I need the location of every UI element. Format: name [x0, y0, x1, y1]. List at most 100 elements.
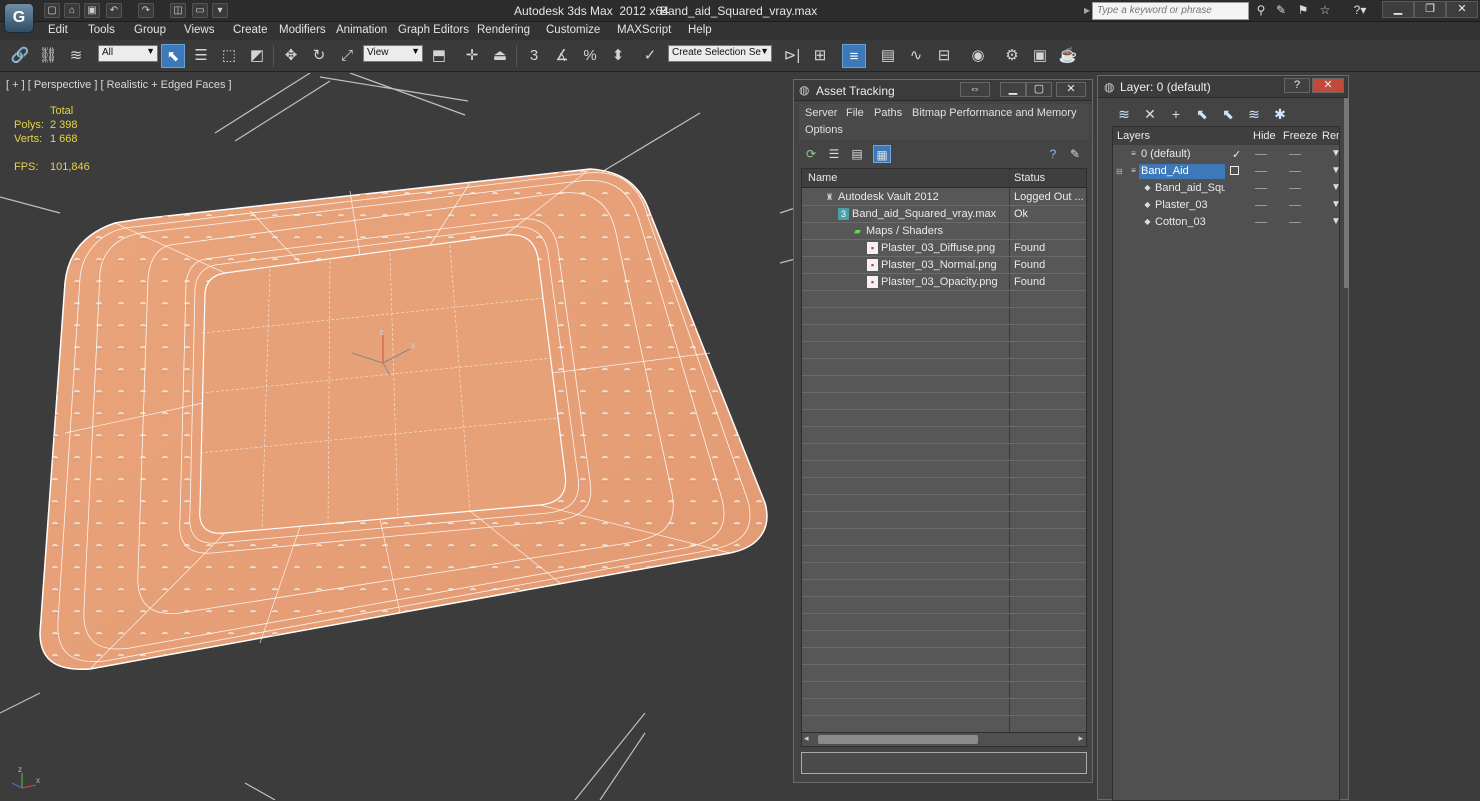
- angle-snap-icon[interactable]: ∡: [550, 44, 574, 68]
- table-row[interactable]: ▪ Plaster_03_Diffuse.png Found: [802, 240, 1086, 257]
- asset-close-button[interactable]: ✕: [1056, 82, 1086, 97]
- menu-group[interactable]: Group: [134, 24, 166, 36]
- freeze-toggle[interactable]: [1289, 188, 1301, 189]
- menu-help[interactable]: Help: [688, 24, 712, 36]
- render-teapot-icon[interactable]: ▼: [1331, 165, 1339, 176]
- menu-animation[interactable]: Animation: [336, 24, 387, 36]
- column-header-hide[interactable]: Hide: [1253, 130, 1276, 142]
- asset-horizontal-scrollbar[interactable]: ◂ ▸: [801, 732, 1087, 747]
- menu-rendering[interactable]: Rendering: [477, 24, 530, 36]
- freeze-toggle[interactable]: [1289, 205, 1301, 206]
- pivot-point-center-icon[interactable]: ⬒: [427, 44, 451, 68]
- render-production-icon[interactable]: ☕: [1056, 44, 1080, 68]
- bind-space-warp-icon[interactable]: ≋: [64, 44, 88, 68]
- project-folder-icon[interactable]: ◫: [170, 3, 186, 18]
- render-teapot-icon[interactable]: ▼: [1331, 216, 1339, 227]
- column-header-layers[interactable]: Layers: [1117, 130, 1150, 142]
- minimize-button[interactable]: ▁: [1382, 1, 1414, 18]
- window-crossing-icon[interactable]: ◩: [245, 44, 269, 68]
- percent-snap-icon[interactable]: %: [578, 44, 602, 68]
- layer-close-button[interactable]: ✕: [1312, 78, 1344, 93]
- asset-menu-file[interactable]: File: [846, 107, 864, 119]
- collapse-icon[interactable]: ⊟: [1116, 167, 1123, 176]
- create-new-layer-icon[interactable]: ≋: [1114, 104, 1134, 124]
- select-and-scale-icon[interactable]: ⤢: [335, 44, 359, 68]
- reference-coordinate-dropdown[interactable]: View ▼: [363, 45, 423, 62]
- layer-row[interactable]: ⊟ ≡ Band_Aid ▼: [1113, 163, 1339, 180]
- help-dropdown-icon[interactable]: ?▾: [1346, 2, 1374, 19]
- layer-row[interactable]: ◆ Plaster_03 ▼: [1113, 197, 1339, 214]
- table-row[interactable]: ▪ Plaster_03_Opacity.png Found: [802, 274, 1086, 291]
- render-teapot-icon[interactable]: ▼: [1331, 182, 1339, 193]
- refresh-icon[interactable]: ⟳: [802, 145, 820, 163]
- thumbnail-view-icon[interactable]: ▤: [848, 145, 866, 163]
- close-button[interactable]: ✕: [1446, 1, 1478, 18]
- render-teapot-icon[interactable]: ▼: [1331, 148, 1339, 159]
- active-layer-check-icon[interactable]: ✓: [1232, 148, 1241, 161]
- layer-manager-titlebar[interactable]: ◍ Layer: 0 (default) ? ✕: [1098, 76, 1348, 98]
- freeze-toggle[interactable]: [1289, 171, 1301, 172]
- snaps-toggle-icon[interactable]: 3: [522, 44, 546, 68]
- freeze-toggle[interactable]: [1289, 222, 1301, 223]
- layer-row[interactable]: ≡ 0 (default) ✓ ▼: [1113, 146, 1339, 163]
- table-row[interactable]: ♜ Autodesk Vault 2012 Logged Out ...: [802, 189, 1086, 206]
- select-and-move-icon[interactable]: ✥: [279, 44, 303, 68]
- binoculars-icon[interactable]: ⚲: [1252, 2, 1270, 19]
- asset-tracking-titlebar[interactable]: ◍ Asset Tracking ⇔ ▁ ▢ ✕: [794, 80, 1092, 101]
- asset-minimize-button[interactable]: ▁: [1000, 82, 1026, 97]
- delete-layer-icon[interactable]: ✕: [1140, 104, 1160, 124]
- align-icon[interactable]: ⊞: [808, 44, 832, 68]
- table-view-icon[interactable]: ▦: [873, 145, 891, 163]
- asset-menu-server[interactable]: Server: [805, 107, 837, 119]
- restore-button[interactable]: ❐: [1414, 1, 1446, 18]
- schematic-view-icon[interactable]: ⊟: [932, 44, 956, 68]
- scroll-left-icon[interactable]: ◂: [804, 733, 809, 744]
- subscription-icon[interactable]: ✎: [1272, 2, 1290, 19]
- layer-vertical-scrollbar[interactable]: [1344, 98, 1349, 288]
- save-icon[interactable]: ▣: [84, 3, 100, 18]
- list-view-icon[interactable]: ☰: [825, 145, 843, 163]
- curve-editor-icon[interactable]: ∿: [904, 44, 928, 68]
- menu-create[interactable]: Create: [233, 24, 268, 36]
- undo-icon[interactable]: ↶: [106, 3, 122, 18]
- menu-graph-editors[interactable]: Graph Editors: [398, 24, 469, 36]
- named-selection-sets-dropdown[interactable]: Create Selection Se ▼: [668, 45, 772, 62]
- redo-icon[interactable]: ↷: [138, 3, 154, 18]
- spinner-snap-icon[interactable]: ⬍: [606, 44, 630, 68]
- mirror-icon[interactable]: ⊳|: [780, 44, 804, 68]
- customize-quick-access-icon[interactable]: ▾: [212, 3, 228, 18]
- column-header-name[interactable]: Name: [808, 172, 837, 184]
- asset-menu-bitmap-performance[interactable]: Bitmap Performance and Memory: [912, 107, 1076, 119]
- hide-toggle[interactable]: [1255, 222, 1267, 223]
- asset-maximize-button[interactable]: ▢: [1026, 82, 1052, 97]
- select-object-icon[interactable]: ⬉: [161, 44, 185, 68]
- column-header-status[interactable]: Status: [1014, 172, 1045, 184]
- select-objects-in-layer-icon[interactable]: ⬉: [1192, 104, 1212, 124]
- column-header-freeze[interactable]: Freeze: [1283, 130, 1317, 142]
- rendered-frame-window-icon[interactable]: ▣: [1028, 44, 1052, 68]
- scroll-right-icon[interactable]: ▸: [1078, 733, 1083, 744]
- menu-tools[interactable]: Tools: [88, 24, 115, 36]
- app-menu-button[interactable]: G: [4, 3, 34, 33]
- hide-toggle[interactable]: [1255, 171, 1267, 172]
- layer-row[interactable]: ◆ Band_aid_Squared ▼: [1113, 180, 1339, 197]
- communication-center-icon[interactable]: ⚑: [1294, 2, 1312, 19]
- viewport-label-menu[interactable]: [ + ] [ Perspective ] [ Realistic + Edge…: [6, 79, 232, 91]
- table-row[interactable]: ▰ Maps / Shaders: [802, 223, 1086, 240]
- highlight-selected-layer-icon[interactable]: ⬉: [1218, 104, 1238, 124]
- render-setup-icon[interactable]: ⚙: [1000, 44, 1024, 68]
- select-by-name-icon[interactable]: ☰: [189, 44, 213, 68]
- freeze-unfreeze-all-icon[interactable]: ✱: [1270, 104, 1290, 124]
- table-row[interactable]: 3 Band_aid_Squared_vray.max Ok: [802, 206, 1086, 223]
- hide-toggle[interactable]: [1255, 154, 1267, 155]
- keyboard-shortcut-override-icon[interactable]: ⏏: [488, 44, 512, 68]
- active-layer-checkbox[interactable]: [1230, 166, 1239, 175]
- graphite-ribbon-icon[interactable]: ▤: [876, 44, 900, 68]
- column-header-render[interactable]: Ren: [1322, 130, 1339, 142]
- edit-named-selection-icon[interactable]: ✓: [638, 44, 662, 68]
- hide-toggle[interactable]: [1255, 188, 1267, 189]
- asset-menu-paths[interactable]: Paths: [874, 107, 902, 119]
- select-and-link-icon[interactable]: 🔗: [8, 44, 32, 68]
- select-and-rotate-icon[interactable]: ↻: [307, 44, 331, 68]
- highlight-editor-icon[interactable]: ✎: [1066, 145, 1084, 163]
